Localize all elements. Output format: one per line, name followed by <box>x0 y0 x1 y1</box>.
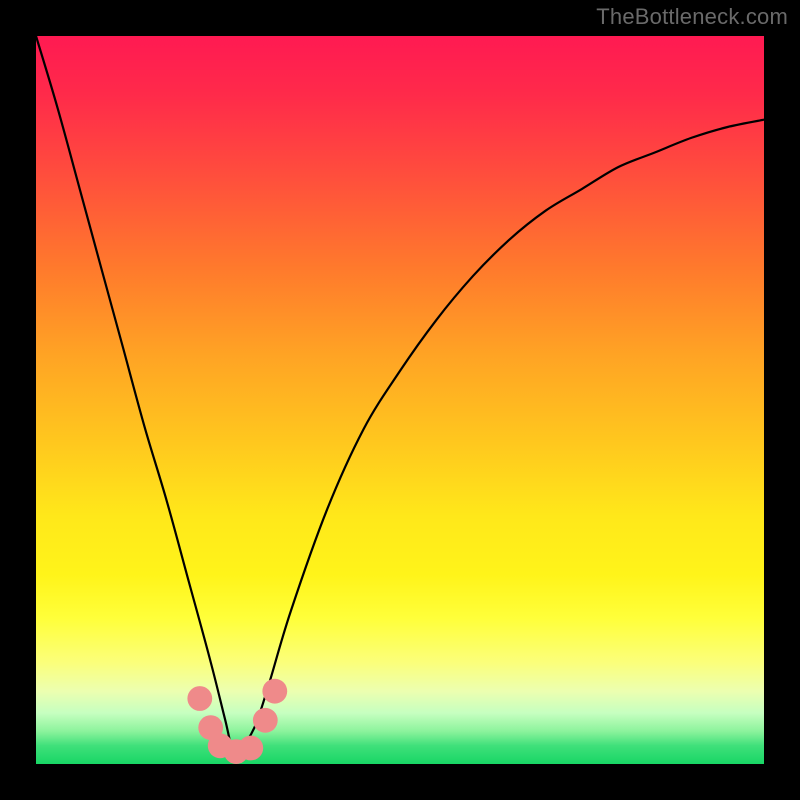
watermark-text: TheBottleneck.com <box>596 4 788 30</box>
marker-dots <box>187 679 287 764</box>
marker-dot <box>262 679 287 704</box>
curve-svg <box>36 36 764 764</box>
plot-area <box>36 36 764 764</box>
chart-container: TheBottleneck.com <box>0 0 800 800</box>
marker-dot <box>238 736 263 761</box>
marker-dot <box>253 708 278 733</box>
marker-dot <box>187 686 212 711</box>
bottleneck-curve <box>36 36 764 753</box>
